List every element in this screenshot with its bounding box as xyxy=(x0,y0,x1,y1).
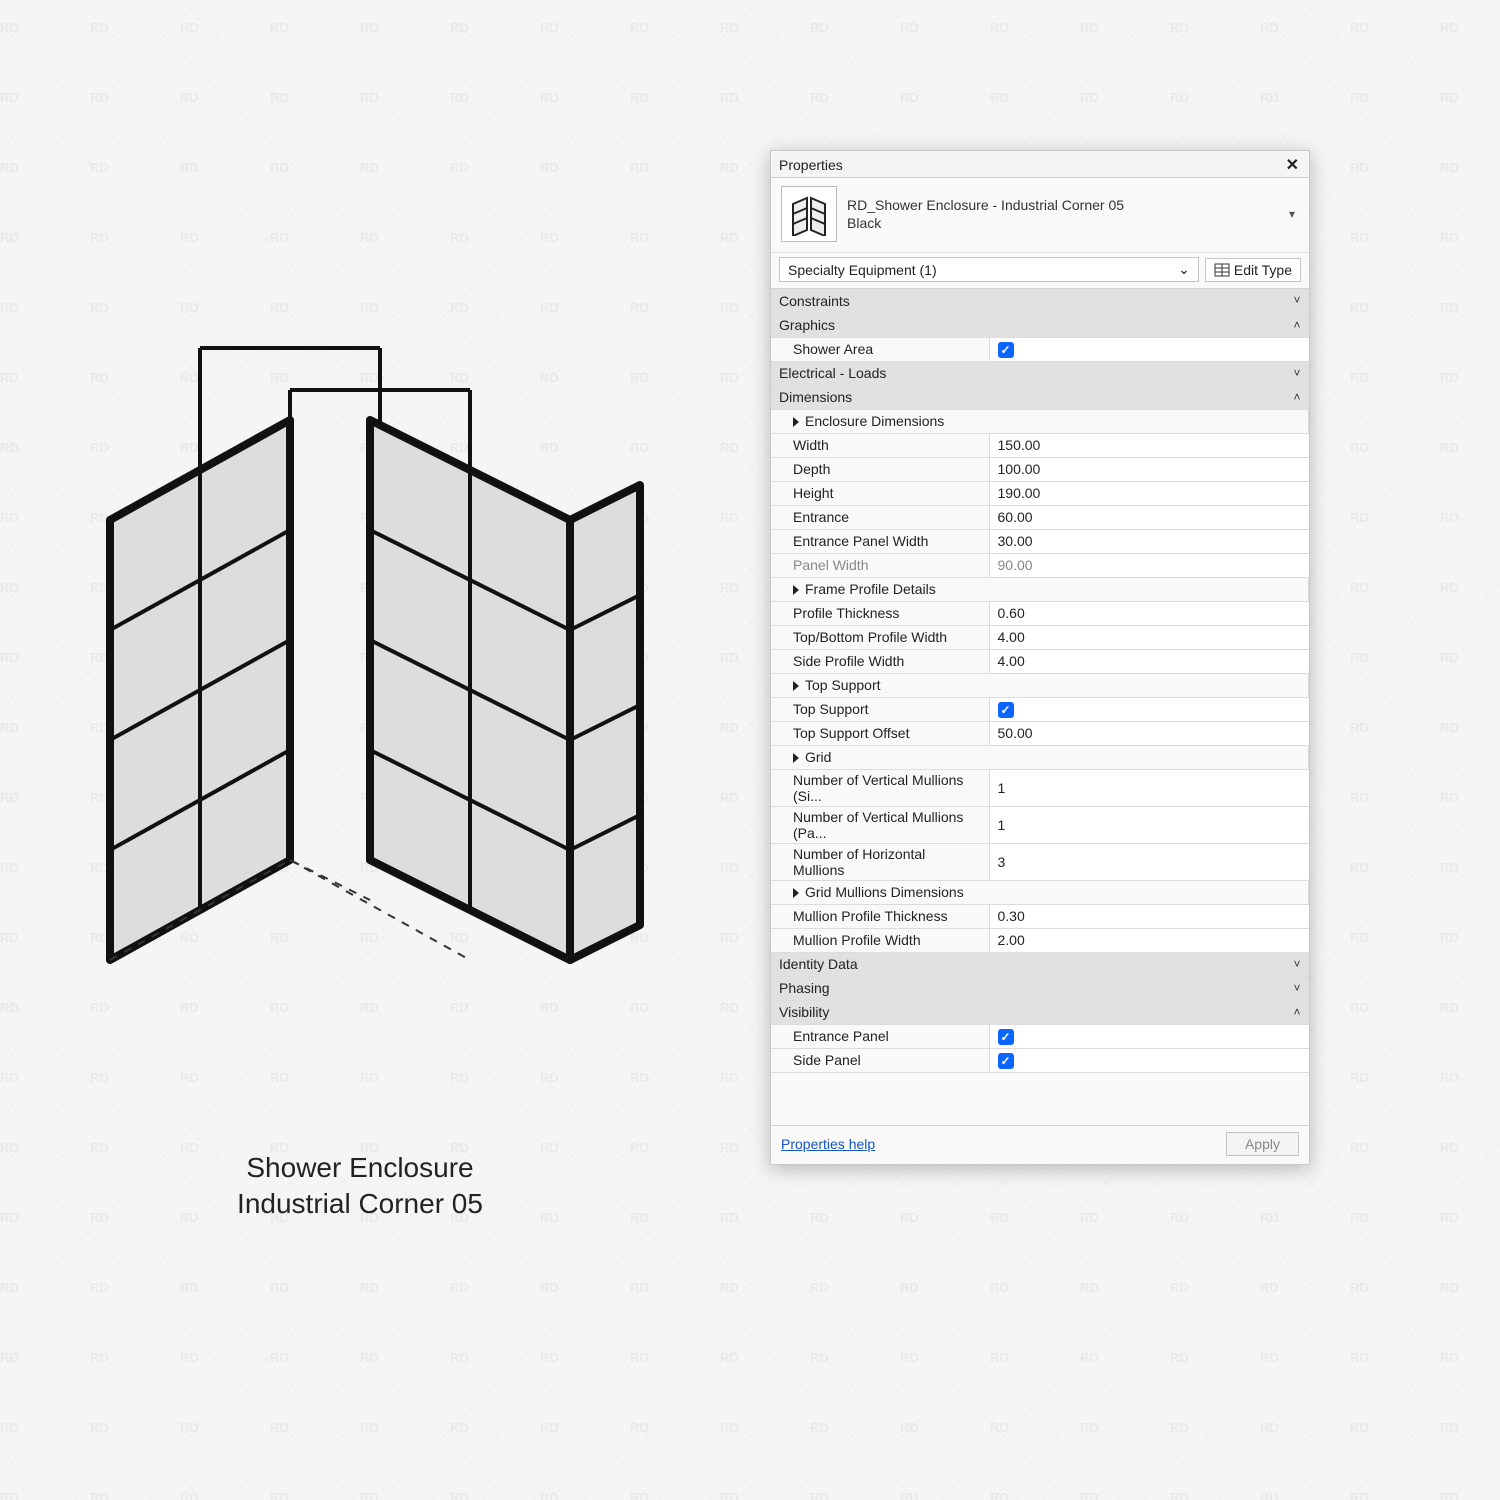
row-entrance: Entrance60.00 xyxy=(771,505,1309,529)
group-constraints[interactable]: Constraints˅ xyxy=(771,289,1309,313)
group-identity[interactable]: Identity Data˅ xyxy=(771,952,1309,976)
row-grid-mull-dims: Grid Mullions Dimensions xyxy=(771,880,1309,904)
row-top-support-hdr: Top Support xyxy=(771,673,1309,697)
row-mull-width: Mullion Profile Width2.00 xyxy=(771,928,1309,952)
edit-type-button[interactable]: Edit Type xyxy=(1205,258,1301,282)
row-shower-area: Shower Area✓ xyxy=(771,337,1309,361)
row-nvm-panel: Number of Vertical Mullions (Pa...1 xyxy=(771,806,1309,843)
row-entrance-panel: Entrance Panel✓ xyxy=(771,1024,1309,1048)
panel-footer: Properties help Apply xyxy=(771,1125,1309,1164)
family-thumbnail xyxy=(781,186,837,242)
row-grid-hdr: Grid xyxy=(771,745,1309,769)
close-icon[interactable]: ✕ xyxy=(1282,155,1303,175)
row-side-panel: Side Panel✓ xyxy=(771,1048,1309,1072)
row-width: Width150.00 xyxy=(771,433,1309,457)
checkbox-checked-icon: ✓ xyxy=(998,702,1014,718)
row-side-profile-width: Side Profile Width4.00 xyxy=(771,649,1309,673)
chevron-down-icon: ⌄ xyxy=(1178,261,1190,278)
group-visibility[interactable]: Visibility˄ xyxy=(771,1000,1309,1024)
group-graphics[interactable]: Graphics˄ xyxy=(771,313,1309,337)
checkbox-checked-icon: ✓ xyxy=(998,342,1014,358)
row-entrance-panel-width: Entrance Panel Width30.00 xyxy=(771,529,1309,553)
row-profile-thickness: Profile Thickness0.60 xyxy=(771,601,1309,625)
panel-title: Properties xyxy=(779,157,1282,173)
checkbox-checked-icon: ✓ xyxy=(998,1053,1014,1069)
family-selector-row[interactable]: RD_Shower Enclosure - Industrial Corner … xyxy=(771,178,1309,253)
row-enclosure-dims: Enclosure Dimensions xyxy=(771,409,1309,433)
row-mull-thick: Mullion Profile Thickness0.30 xyxy=(771,904,1309,928)
row-panel-width: Panel Width90.00 xyxy=(771,553,1309,577)
product-3d-view xyxy=(70,290,690,1010)
checkbox-checked-icon: ✓ xyxy=(998,1029,1014,1045)
category-selector[interactable]: Specialty Equipment (1) ⌄ xyxy=(779,257,1199,282)
row-tb-profile-width: Top/Bottom Profile Width4.00 xyxy=(771,625,1309,649)
row-depth: Depth100.00 xyxy=(771,457,1309,481)
product-caption: Shower Enclosure Industrial Corner 05 xyxy=(140,1150,580,1223)
group-electrical[interactable]: Electrical - Loads˅ xyxy=(771,361,1309,385)
row-nvm-side: Number of Vertical Mullions (Si...1 xyxy=(771,769,1309,806)
properties-grid: Constraints˅ Graphics˄ Shower Area✓ Elec… xyxy=(771,289,1309,1073)
caption-line-2: Industrial Corner 05 xyxy=(140,1186,580,1222)
chevron-down-icon[interactable]: ▾ xyxy=(1285,207,1299,221)
row-top-support-offset: Top Support Offset50.00 xyxy=(771,721,1309,745)
properties-help-link[interactable]: Properties help xyxy=(781,1136,875,1152)
panel-titlebar: Properties ✕ xyxy=(771,151,1309,178)
properties-panel: Properties ✕ RD_Shower Enclosure - Indus… xyxy=(770,150,1310,1165)
row-top-support: Top Support✓ xyxy=(771,697,1309,721)
apply-button[interactable]: Apply xyxy=(1226,1132,1299,1156)
group-phasing[interactable]: Phasing˅ xyxy=(771,976,1309,1000)
row-nhm: Number of Horizontal Mullions3 xyxy=(771,843,1309,880)
caption-line-1: Shower Enclosure xyxy=(140,1150,580,1186)
family-name: RD_Shower Enclosure - Industrial Corner … xyxy=(847,196,1275,232)
group-dimensions[interactable]: Dimensions˄ xyxy=(771,385,1309,409)
row-frame-profile: Frame Profile Details xyxy=(771,577,1309,601)
row-height: Height190.00 xyxy=(771,481,1309,505)
edit-type-icon xyxy=(1214,263,1230,277)
